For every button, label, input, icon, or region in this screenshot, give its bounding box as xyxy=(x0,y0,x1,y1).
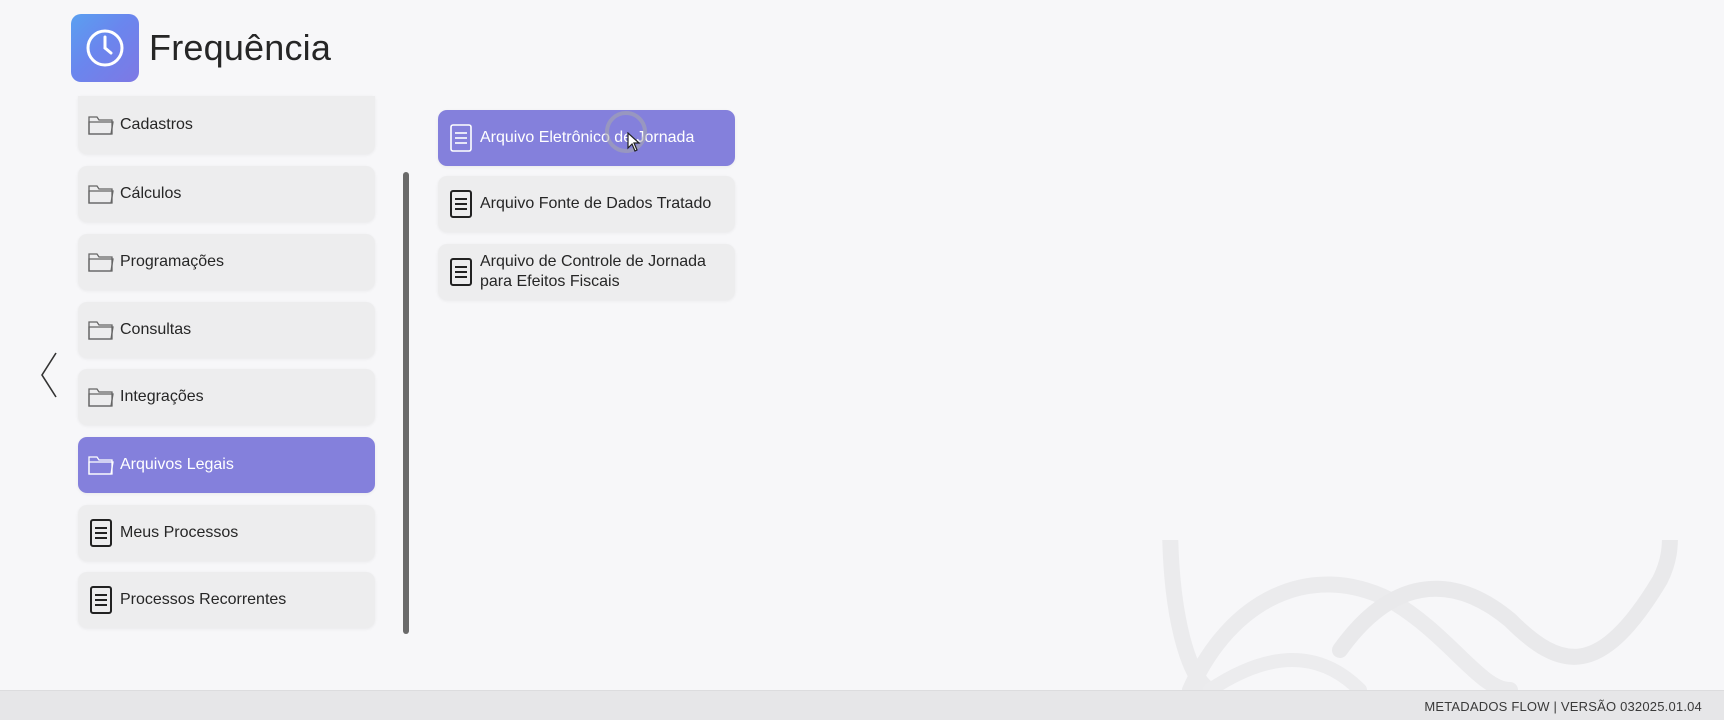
folder-icon xyxy=(86,382,116,412)
submenu-item-arquivo-de-controle-de-jornada[interactable]: Arquivo de Controle de Jornada para Efei… xyxy=(438,244,735,300)
app-header: Frequência xyxy=(71,14,331,82)
submenu-item-label: Arquivo Eletrônico de Jornada xyxy=(480,129,695,146)
document-icon xyxy=(86,585,116,615)
submenu-item-arquivo-fonte-de-dados-tratado[interactable]: Arquivo Fonte de Dados Tratado xyxy=(438,176,735,232)
document-icon xyxy=(86,518,116,548)
sidebar-item-consultas[interactable]: Consultas xyxy=(78,302,375,358)
sidebar-item-label: Processos Recorrentes xyxy=(120,591,287,608)
folder-icon xyxy=(86,315,116,345)
sidebar-item-label: Arquivos Legais xyxy=(120,456,234,473)
folder-icon xyxy=(86,450,116,480)
submenu-item-arquivo-eletronico-de-jornada[interactable]: Arquivo Eletrônico de Jornada xyxy=(438,110,735,166)
sidebar-item-label: Meus Processos xyxy=(120,524,239,541)
sidebar-item-label: Integrações xyxy=(120,388,204,405)
decorative-waves xyxy=(1162,540,1678,690)
footer-bar: METADADOS FLOW | VERSÃO 032025.01.04 xyxy=(0,690,1724,720)
sidebar-item-integracoes[interactable]: Integrações xyxy=(78,369,375,425)
folder-icon xyxy=(86,247,116,277)
sidebar-scrollbar[interactable] xyxy=(403,172,409,634)
app-page: Frequência Cadastros Cálculos Programaçõ… xyxy=(0,0,1724,720)
folder-icon xyxy=(86,110,116,140)
sidebar-item-label: Programações xyxy=(120,253,225,270)
document-icon xyxy=(446,189,476,219)
chevron-left-icon[interactable] xyxy=(38,350,60,400)
folder-icon xyxy=(86,179,116,209)
sidebar-item-label: Cadastros xyxy=(120,116,193,133)
sidebar-item-processos-recorrentes[interactable]: Processos Recorrentes xyxy=(78,572,375,628)
sidebar-item-arquivos-legais[interactable]: Arquivos Legais xyxy=(78,437,375,493)
sidebar-item-calculos[interactable]: Cálculos xyxy=(78,166,375,222)
sidebar-item-label: Cálculos xyxy=(120,185,182,202)
sidebar-item-label: Consultas xyxy=(120,321,192,338)
document-icon xyxy=(446,123,476,153)
clock-icon xyxy=(71,14,139,82)
sidebar-item-meus-processos[interactable]: Meus Processos xyxy=(78,505,375,561)
document-icon xyxy=(446,257,476,287)
page-title: Frequência xyxy=(149,27,332,68)
sidebar-item-programacoes[interactable]: Programações xyxy=(78,234,375,290)
submenu-item-label: Arquivo de Controle de Jornada para Efei… xyxy=(480,253,706,290)
version-label: METADADOS FLOW | VERSÃO 032025.01.04 xyxy=(1424,699,1702,714)
submenu-item-label: Arquivo Fonte de Dados Tratado xyxy=(480,195,712,212)
sidebar-item-cadastros[interactable]: Cadastros xyxy=(78,96,375,154)
